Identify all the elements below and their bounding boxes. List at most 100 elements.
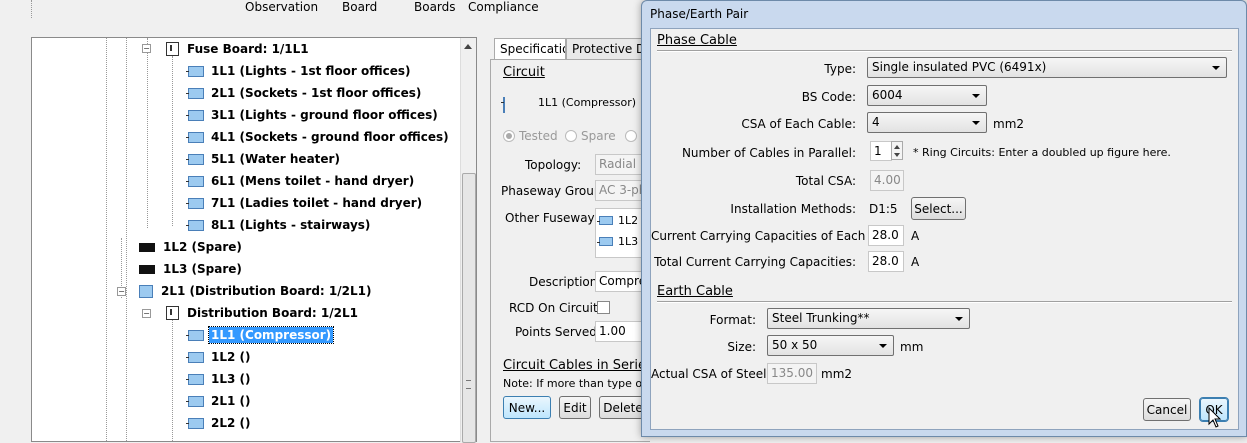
radio-spare[interactable]: [565, 130, 577, 142]
steel-csa-unit: mm2: [821, 367, 853, 381]
expander-dist-circuit[interactable]: −: [117, 287, 126, 296]
expander-dist-board[interactable]: −: [142, 309, 151, 318]
scroll-thumb[interactable]: [462, 173, 476, 443]
type-select[interactable]: Single insulated PVC (6491x): [867, 57, 1227, 78]
ccc-total-label: Total Current Carrying Capacities:: [654, 255, 856, 269]
circuit-icon: [186, 65, 204, 77]
format-select[interactable]: Steel Trunking**: [767, 308, 970, 329]
tab-protective-device[interactable]: Protective Dev: [566, 38, 650, 59]
circuit-icon: [186, 395, 204, 407]
steel-csa-label: Actual CSA of Steel:: [651, 367, 771, 381]
circuit-icon: [503, 97, 505, 113]
tree-node-circuit[interactable]: 4L1 (Sockets - ground floor offices): [186, 127, 451, 147]
tree-node-circuit[interactable]: 1L1 (Lights - 1st floor offices): [186, 61, 413, 81]
parallel-label: Number of Cables in Parallel:: [681, 146, 856, 160]
tree-node-distribution-board[interactable]: Distribution Board: 1/2L1: [166, 303, 360, 323]
tree-node-circuit[interactable]: 6L1 (Mens toilet - hand dryer): [186, 171, 416, 191]
circuit-icon: [597, 237, 613, 246]
spare-icon: [139, 242, 155, 252]
other-fuseways-label: Other Fuseways:: [505, 211, 605, 225]
csa-select[interactable]: 4: [867, 112, 987, 133]
ccc-each-unit: A: [911, 229, 920, 243]
board-tree[interactable]: − Fuse Board: 1/1L1 1L1 (Lights - 1st fl…: [31, 37, 477, 442]
dialog-client: Phase Cable Type: Single insulated PVC (…: [650, 28, 1239, 430]
specification-body: Circuit 1L1 (Compressor) Tested Spare To…: [490, 59, 669, 442]
toolbar: Observation Board Boards Compliance: [0, 0, 641, 30]
toolbar-observation[interactable]: Observation: [245, 0, 318, 14]
rcd-checkbox[interactable]: [597, 301, 610, 314]
specification-panel: Specification Protective Dev Circuit 1L1…: [490, 38, 669, 442]
tree-node-circuit-selected[interactable]: 1L1 (Compressor): [186, 325, 335, 345]
circuit-icon: [186, 175, 204, 187]
distribution-icon: [139, 284, 153, 298]
total-csa-label: Total CSA:: [795, 174, 856, 188]
steel-csa-field: 135.00: [767, 363, 817, 384]
tree-node-spare[interactable]: 1L2 (Spare): [139, 237, 244, 257]
csa-unit: mm2: [993, 117, 1025, 131]
tree-node-circuit[interactable]: 2L2 (): [186, 413, 253, 433]
parallel-spinner[interactable]: [891, 141, 903, 160]
circuit-icon: [186, 109, 204, 121]
points-label: Points Served:: [515, 325, 601, 339]
tree-node-circuit[interactable]: 5L1 (Water heater): [186, 149, 342, 169]
circuit-icon: [186, 87, 204, 99]
chevron-down-icon: [955, 317, 963, 321]
topology-label: Topology:: [525, 158, 582, 172]
section-divider: [657, 301, 1232, 303]
ccc-total-field: 28.0: [868, 251, 904, 272]
ccc-each-label: Current Carrying Capacities of Each Cabl…: [651, 229, 904, 243]
toolbar-board[interactable]: Board: [342, 0, 377, 14]
tree-guide: [126, 38, 127, 441]
tree-scrollbar[interactable]: [460, 38, 476, 443]
cancel-button[interactable]: Cancel: [1143, 398, 1191, 421]
edit-button[interactable]: Edit: [559, 396, 591, 419]
total-csa-field: 4.00: [870, 170, 904, 191]
mouse-pointer-icon: [1208, 407, 1222, 428]
tree-node-spare[interactable]: 1L3 (Spare): [139, 259, 244, 279]
bs-code-select[interactable]: 6004: [867, 85, 987, 106]
ccc-each-field: 28.0: [868, 225, 904, 246]
spin-down-icon[interactable]: [894, 153, 900, 157]
csa-label: CSA of Each Cable:: [741, 117, 856, 131]
circuit-icon: [186, 153, 204, 165]
circuit-name: 1L1 (Compressor): [538, 96, 637, 109]
install-value: D1:5: [869, 202, 898, 216]
tree-node-circuit[interactable]: 7L1 (Ladies toilet - hand dryer): [186, 193, 424, 213]
fuseway-item[interactable]: 1L3: [597, 235, 638, 248]
tree-guide: [172, 56, 173, 226]
size-select[interactable]: 50 x 50: [767, 335, 894, 356]
tree-node-fuse-board[interactable]: Fuse Board: 1/1L1: [166, 39, 311, 59]
tree-node-circuit[interactable]: 1L2 (): [186, 347, 253, 367]
size-unit: mm: [900, 340, 924, 354]
tree-node-circuit[interactable]: 2L1 (): [186, 391, 253, 411]
tree-guide: [172, 320, 173, 441]
new-button[interactable]: New...: [503, 396, 551, 419]
delete-button[interactable]: Delete: [599, 396, 647, 419]
board-icon: [166, 306, 179, 320]
tree-node-circuit[interactable]: 3L1 (Lights - ground floor offices): [186, 105, 440, 125]
parallel-note: * Ring Circuits: Enter a doubled up figu…: [913, 146, 1171, 159]
circuit-icon: [597, 216, 613, 225]
circuit-heading: Circuit: [503, 65, 545, 80]
board-icon: [166, 42, 179, 56]
tree-node-circuit[interactable]: 8L1 (Lights - stairways): [186, 215, 372, 235]
radio-tested[interactable]: [503, 130, 515, 142]
tree-node-circuit[interactable]: 1L3 (): [186, 369, 253, 389]
earth-cable-heading: Earth Cable: [657, 284, 733, 299]
spin-up-icon[interactable]: [894, 145, 900, 149]
radio-other[interactable]: [625, 130, 637, 142]
expander-fuse-board[interactable]: −: [142, 44, 151, 53]
toolbar-boards[interactable]: Boards: [414, 0, 456, 14]
scroll-up-icon[interactable]: [464, 44, 472, 49]
rcd-label: RCD On Circuit:: [509, 301, 602, 315]
tree-node-distribution-circuit[interactable]: 2L1 (Distribution Board: 1/2L1): [139, 281, 373, 301]
toolbar-compliance[interactable]: Compliance: [468, 0, 539, 14]
circuit-icon: [186, 131, 204, 143]
parallel-input[interactable]: 1: [870, 141, 892, 161]
select-button[interactable]: Select...: [911, 197, 966, 220]
ccc-total-unit: A: [911, 255, 920, 269]
dialog-title: Phase/Earth Pair: [650, 7, 749, 21]
tree-node-circuit[interactable]: 2L1 (Sockets - 1st floor offices): [186, 83, 423, 103]
fuseway-item[interactable]: 1L2: [597, 214, 638, 227]
tab-specification[interactable]: Specification: [494, 38, 566, 60]
